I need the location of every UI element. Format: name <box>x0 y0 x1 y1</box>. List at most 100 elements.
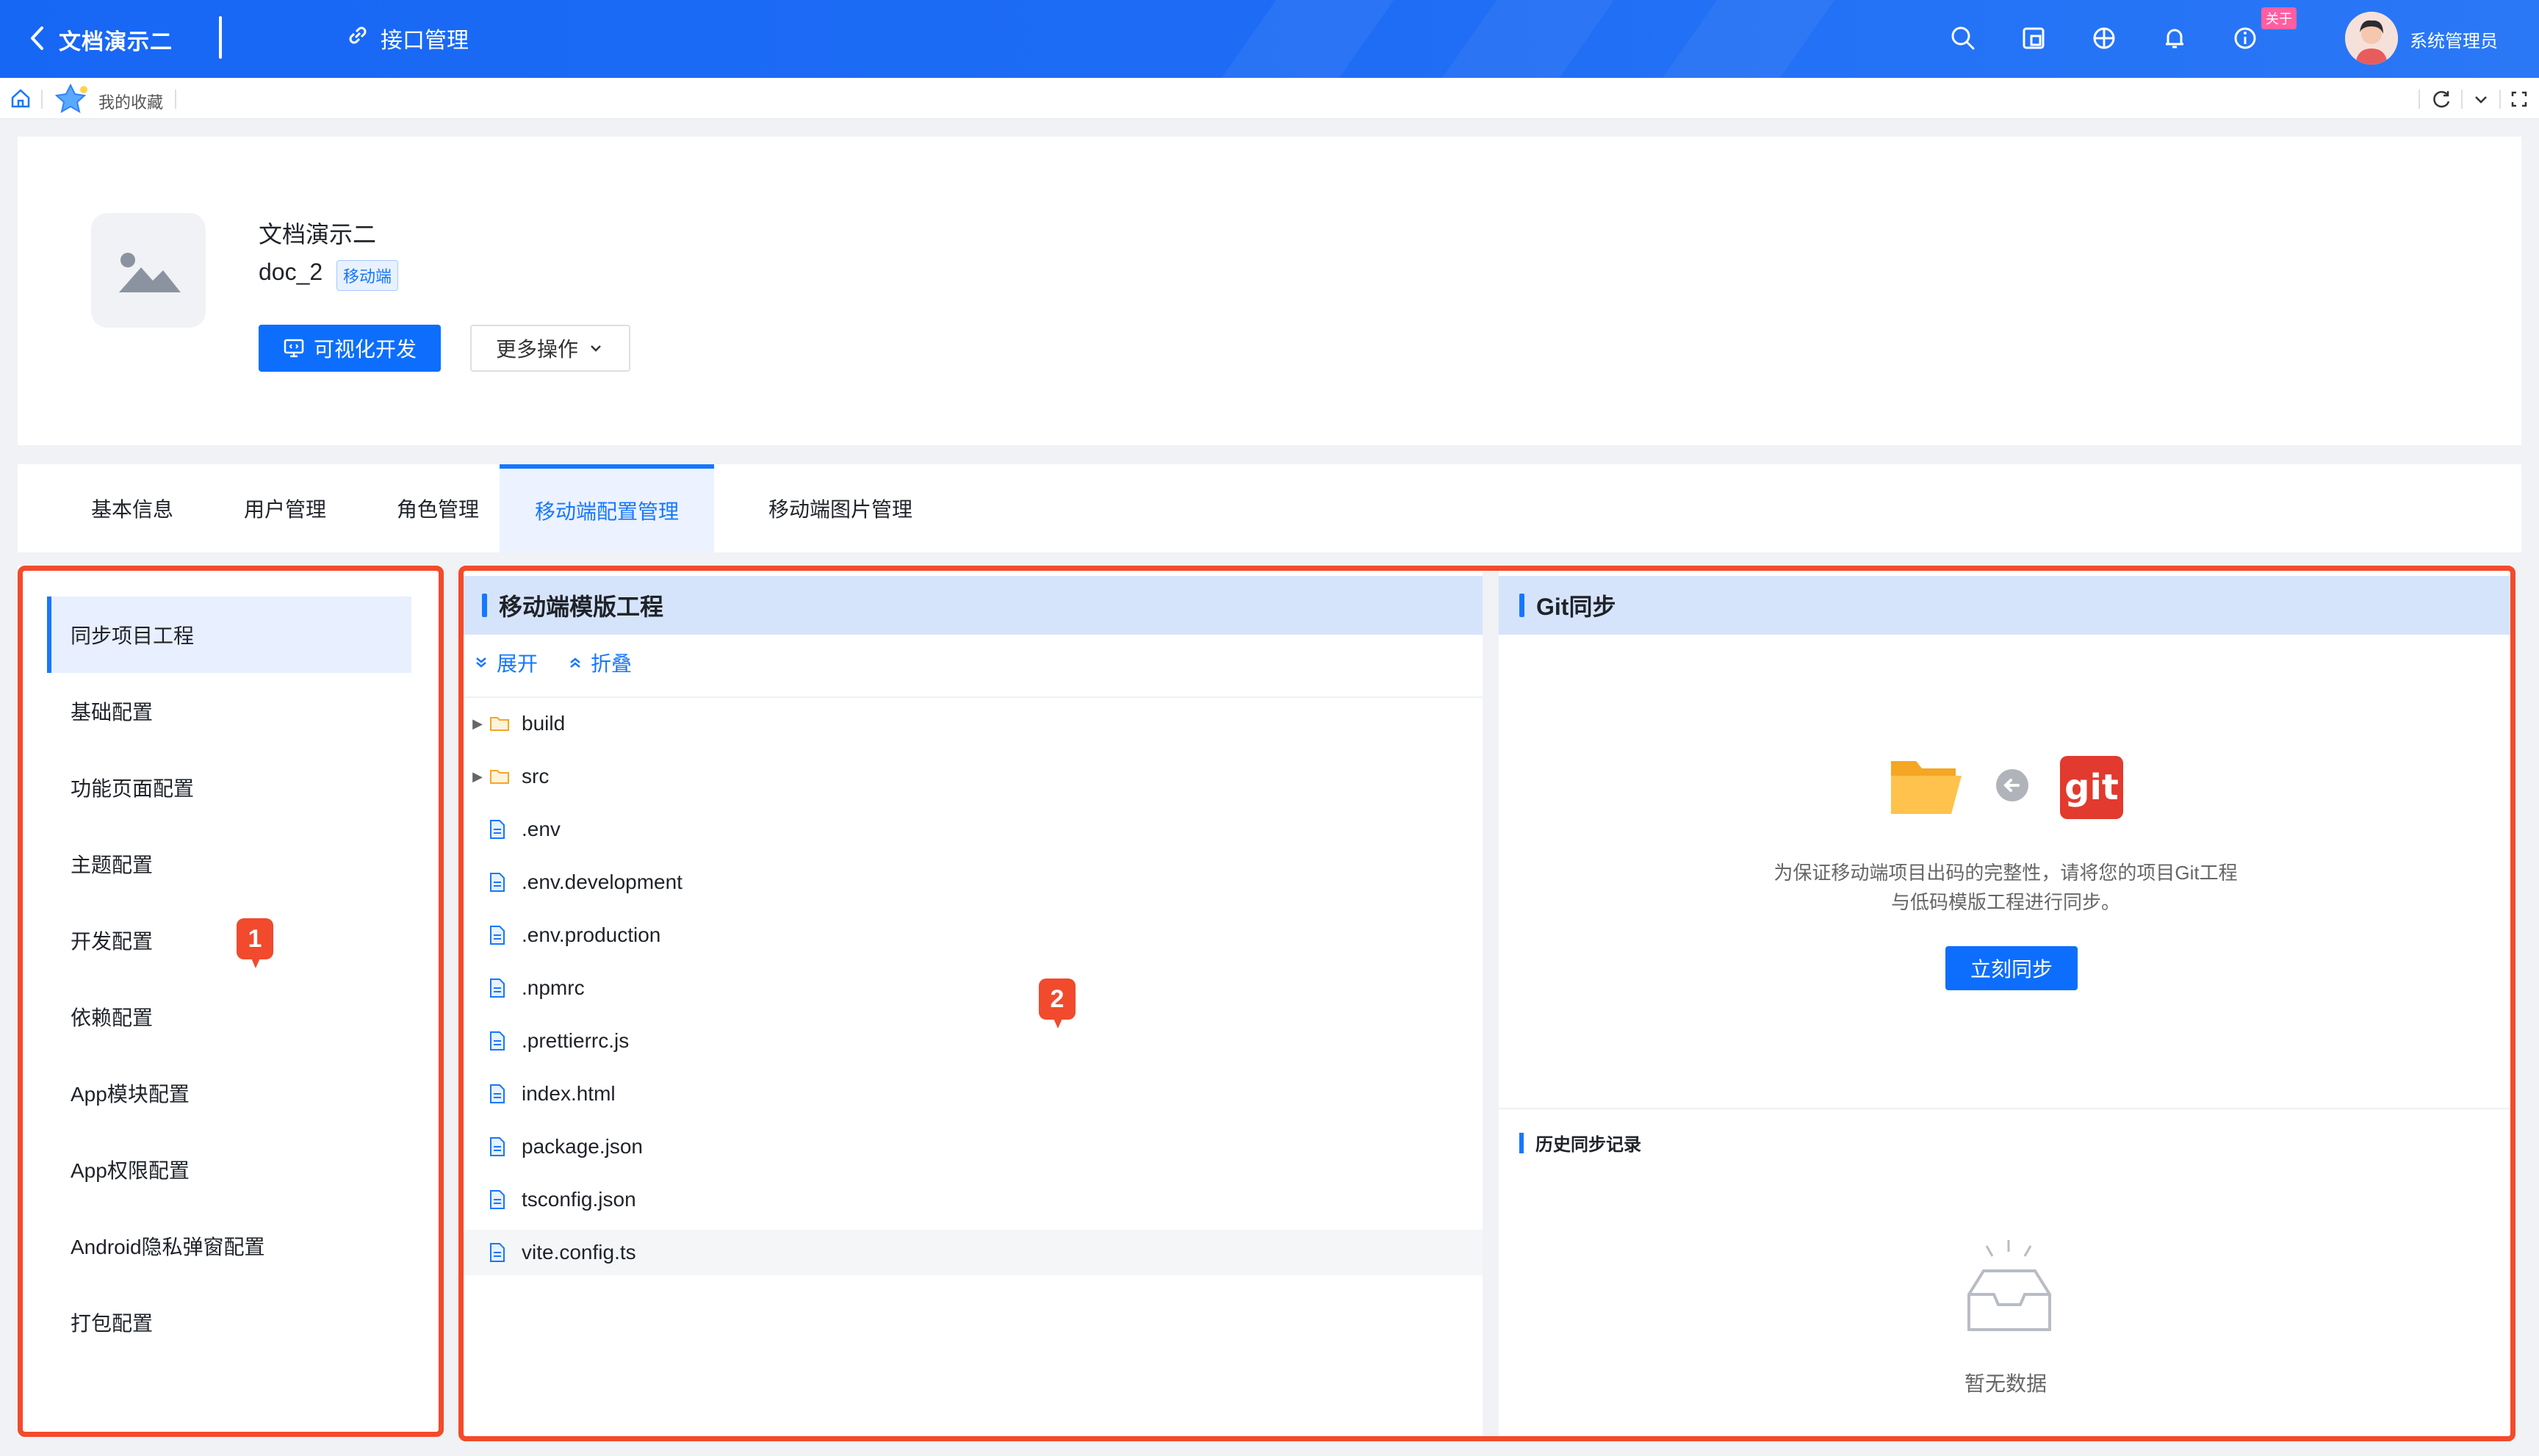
annotation-marker-1: 1 <box>237 918 276 968</box>
tree-node-file[interactable]: package.json <box>461 1124 1483 1170</box>
project-code: doc_2 <box>259 259 323 285</box>
star-icon[interactable] <box>54 82 91 118</box>
marker-label: 2 <box>1039 979 1076 1020</box>
project-tabs: 基本信息 用户管理 角色管理 移动端配置管理 移动端图片管理 <box>18 464 2521 552</box>
panel-header: 移动端模版工程 <box>461 576 1483 635</box>
tree-node-file[interactable]: tsconfig.json <box>461 1177 1483 1222</box>
tree-node-label: build <box>522 712 566 735</box>
fullscreen-icon[interactable] <box>2508 88 2530 114</box>
folder-icon <box>489 768 510 785</box>
tree-node-label: package.json <box>522 1135 644 1158</box>
tree-node-file[interactable]: .prettierrc.js <box>461 1018 1483 1064</box>
tree-node-folder[interactable]: ▶ src <box>461 754 1483 799</box>
divider <box>2461 90 2463 109</box>
caret-right-icon[interactable]: ▶ <box>466 769 489 785</box>
top-navigation-bar: 文档演示二 接口管理 关于 系统管理员 <box>0 0 2539 78</box>
more-actions-button[interactable]: 更多操作 <box>470 325 630 372</box>
folder-icon <box>489 715 510 732</box>
menu-item-sync-project[interactable]: 同步项目工程 <box>47 597 411 673</box>
image-icon <box>119 253 181 292</box>
favorites-label[interactable]: 我的收藏 <box>98 90 163 113</box>
collapse-button[interactable]: 折叠 <box>567 648 632 677</box>
title-accent <box>1519 594 1524 617</box>
home-icon[interactable] <box>9 87 32 114</box>
panel-gutter <box>1483 566 1499 1437</box>
file-icon <box>489 872 510 893</box>
history-title: 历史同步记录 <box>1535 1135 1641 1155</box>
marker-tip <box>1052 1015 1064 1028</box>
tree-node-file[interactable]: .env.development <box>461 859 1483 905</box>
chevron-down-icon[interactable] <box>2470 88 2492 114</box>
layout-icon[interactable] <box>2017 22 2050 54</box>
file-icon <box>489 925 510 945</box>
platform-tag: 移动端 <box>336 260 399 291</box>
avatar[interactable] <box>2345 12 2398 65</box>
chevron-down-icon <box>591 345 601 352</box>
annotation-marker-2: 2 <box>1039 979 1078 1028</box>
refresh-icon[interactable] <box>2430 88 2452 114</box>
project-header-card: 文档演示二 doc_2 移动端 可视化开发 更多操作 <box>18 137 2521 445</box>
divider <box>175 90 176 109</box>
api-management-link[interactable]: 接口管理 <box>345 22 469 54</box>
tree-node-file[interactable]: .env.production <box>461 912 1483 958</box>
tabs-bar: 我的收藏 <box>0 78 2539 119</box>
more-actions-label: 更多操作 <box>495 338 578 361</box>
sync-now-button[interactable]: 立刻同步 <box>1945 946 2078 990</box>
git-logo: git <box>2060 755 2123 819</box>
project-name: 文档演示二 <box>259 221 377 248</box>
app-title[interactable]: 文档演示二 <box>59 24 173 56</box>
title-accent <box>482 594 487 617</box>
menu-item-basic-config[interactable]: 基础配置 <box>47 673 411 749</box>
link-icon <box>345 23 370 54</box>
menu-item-dependency-config[interactable]: 依赖配置 <box>47 979 411 1055</box>
info-icon[interactable] <box>2229 22 2261 54</box>
sync-description: 为保证移动端项目出码的完整性，请将您的项目Git工程 与低码模版工程进行同步。 <box>1499 858 2513 917</box>
menu-item-theme-config[interactable]: 主题配置 <box>47 826 411 902</box>
tab-role-management[interactable]: 角色管理 <box>364 464 511 552</box>
tree-node-file[interactable]: index.html <box>461 1071 1483 1117</box>
menu-item-package-config[interactable]: 打包配置 <box>47 1284 411 1361</box>
tree-node-label: vite.config.ts <box>522 1241 636 1264</box>
menu-item-app-module-config[interactable]: App模块配置 <box>47 1055 411 1131</box>
collapse-label: 折叠 <box>591 652 633 675</box>
globe-icon[interactable] <box>2088 22 2120 54</box>
double-chevron-up-icon <box>570 657 580 668</box>
tree-node-file[interactable]: vite.config.ts <box>461 1230 1483 1275</box>
tree-node-file[interactable]: .npmrc <box>461 965 1483 1011</box>
back-icon[interactable] <box>22 22 51 54</box>
menu-item-dev-config[interactable]: 开发配置 <box>47 902 411 979</box>
tree-actions: 展开 折叠 <box>473 648 632 677</box>
caret-right-icon[interactable]: ▶ <box>466 716 489 732</box>
panel-title: Git同步 <box>1536 594 1616 620</box>
tree-node-folder[interactable]: ▶ build <box>461 701 1483 746</box>
expand-button[interactable]: 展开 <box>473 648 538 677</box>
empty-text: 暂无数据 <box>1964 1372 2047 1395</box>
tab-mobile-images[interactable]: 移动端图片管理 <box>723 464 958 552</box>
menu-item-android-privacy-config[interactable]: Android隐私弹窗配置 <box>47 1208 411 1284</box>
tree-node-label: src <box>522 765 550 788</box>
title-accent <box>1519 1132 1524 1153</box>
project-logo-placeholder <box>91 213 206 328</box>
visual-dev-button[interactable]: 可视化开发 <box>259 325 441 372</box>
panel-title: 移动端模版工程 <box>499 594 664 620</box>
tree-node-label: .env.production <box>522 923 661 946</box>
file-icon <box>489 1084 510 1104</box>
tab-user-management[interactable]: 用户管理 <box>212 464 359 552</box>
tree-node-label: .prettierrc.js <box>522 1029 630 1052</box>
tree-node-file[interactable]: .env <box>461 807 1483 852</box>
file-icon <box>489 819 510 840</box>
git-sync-panel: Git同步 git 为保证移动端项目出码的完整性，请将您的项目Git工程 与低码… <box>1499 566 2513 1437</box>
divider <box>1499 1108 2513 1109</box>
tab-basic-info[interactable]: 基本信息 <box>59 464 206 552</box>
tab-mobile-config[interactable]: 移动端配置管理 <box>500 464 714 552</box>
menu-item-app-permission-config[interactable]: App权限配置 <box>47 1131 411 1208</box>
menu-item-page-config[interactable]: 功能页面配置 <box>47 749 411 826</box>
divider <box>2419 90 2420 109</box>
search-icon[interactable] <box>1947 22 1979 54</box>
tree-node-label: .env <box>522 818 561 840</box>
history-section-title: 历史同步记录 <box>1519 1130 1641 1156</box>
file-icon <box>489 1136 510 1157</box>
bell-icon[interactable] <box>2158 22 2191 54</box>
decor-stripe <box>1441 0 1615 78</box>
user-name[interactable]: 系统管理员 <box>2410 26 2498 52</box>
